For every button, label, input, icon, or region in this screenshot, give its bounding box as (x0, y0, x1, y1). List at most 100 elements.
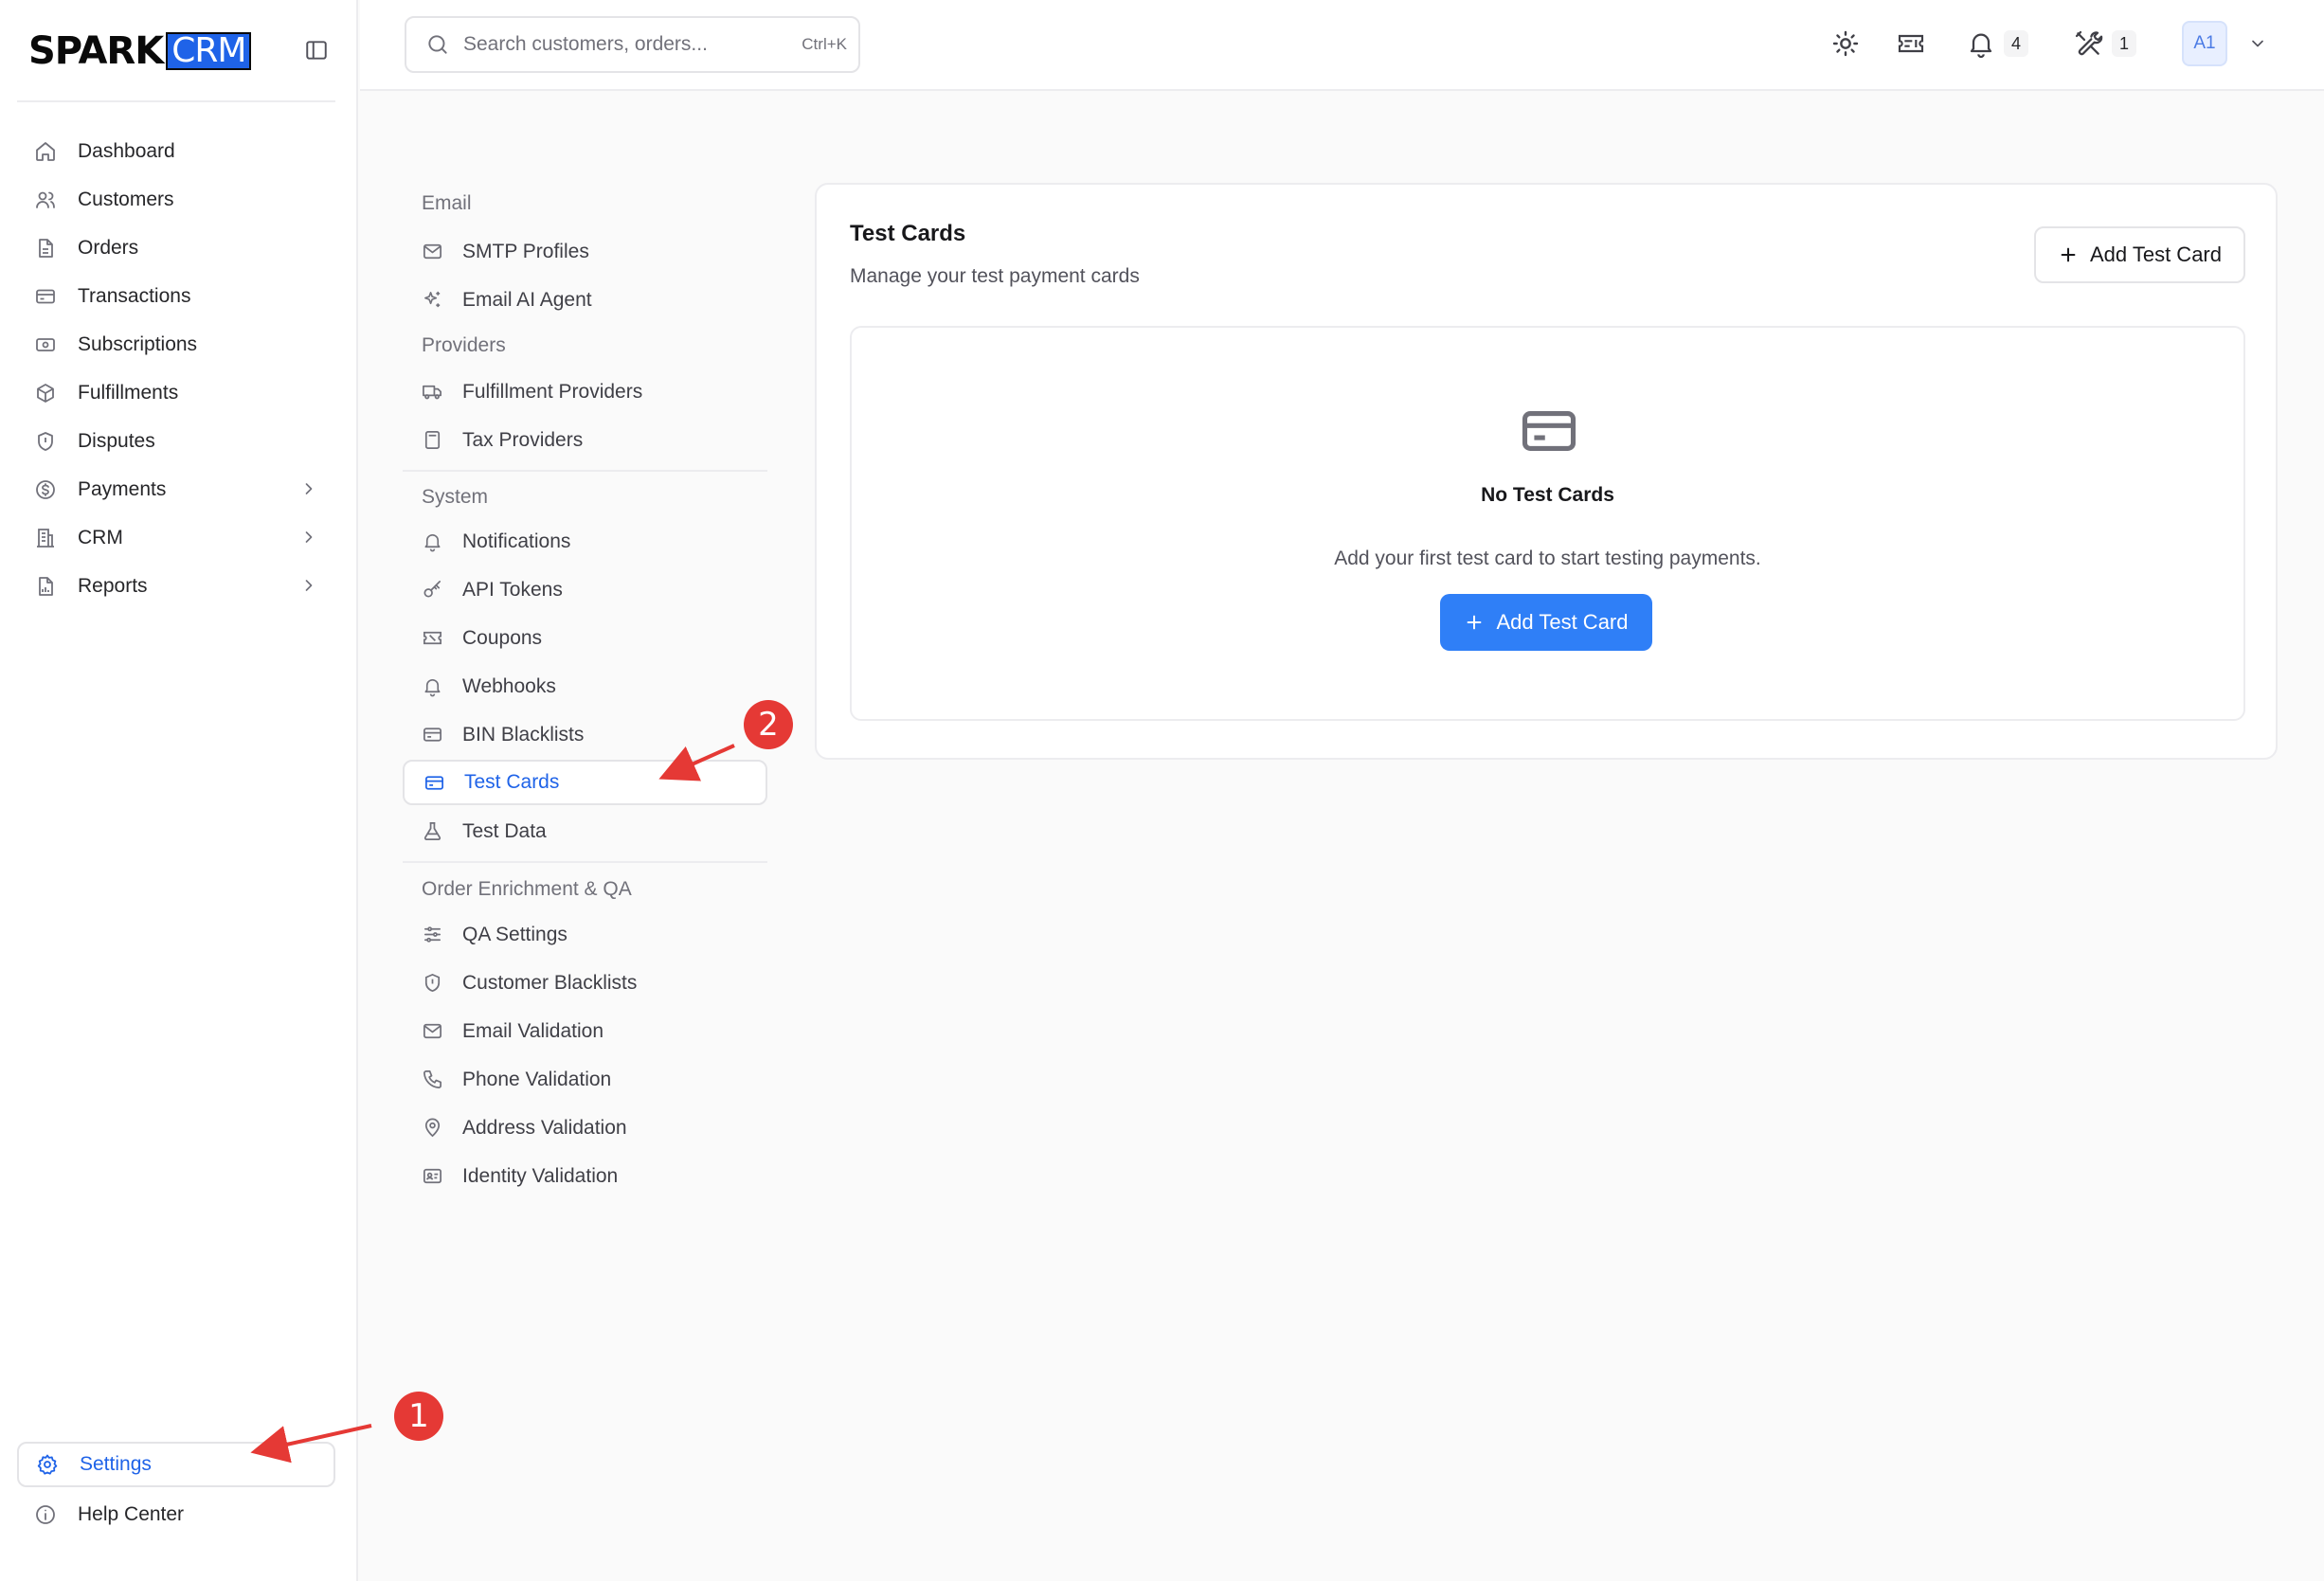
empty-state-title: No Test Cards (1481, 484, 1614, 506)
settings-item-smtp-profiles[interactable]: SMTP Profiles (403, 227, 767, 276)
sidebar-item-label: Disputes (78, 429, 155, 452)
map-pin-icon (422, 1117, 443, 1139)
logo[interactable]: SPARK CRM (28, 31, 252, 71)
chevron-down-icon[interactable] (2248, 34, 2267, 53)
file-icon (34, 237, 57, 260)
notifications-count-badge: 4 (2004, 30, 2028, 57)
dollar-circle-icon (34, 478, 57, 501)
settings-item-phone-validation[interactable]: Phone Validation (403, 1055, 767, 1104)
settings-item-qa-settings[interactable]: QA Settings (403, 910, 767, 959)
sidebar-item-settings[interactable]: Settings (17, 1442, 335, 1487)
phone-icon (422, 1069, 443, 1090)
sidebar-item-label: Transactions (78, 284, 191, 307)
settings-item-label: Address Validation (462, 1116, 627, 1139)
settings-item-label: Tax Providers (462, 428, 584, 451)
sidebar: SPARK CRM Dashboard Customers Orders Tra… (0, 0, 358, 1581)
settings-item-email-ai-agent[interactable]: Email AI Agent (403, 276, 767, 324)
empty-state: No Test Cards Add your first test card t… (850, 326, 2245, 721)
settings-item-email-validation[interactable]: Email Validation (403, 1007, 767, 1055)
settings-item-label: Coupons (462, 626, 543, 649)
settings-item-bin-blacklists[interactable]: BIN Blacklists (403, 710, 767, 759)
sun-icon[interactable] (1830, 28, 1861, 59)
page-description: Manage your test payment cards (850, 265, 1140, 287)
sidebar-item-dashboard[interactable]: Dashboard (17, 127, 335, 175)
settings-item-label: QA Settings (462, 923, 567, 945)
button-label: Add Test Card (1496, 610, 1629, 634)
settings-item-identity-validation[interactable]: Identity Validation (403, 1152, 767, 1200)
key-icon (422, 579, 443, 601)
ticket-icon[interactable] (1894, 28, 1928, 59)
settings-item-fulfillment-providers[interactable]: Fulfillment Providers (403, 368, 767, 416)
settings-item-label: BIN Blacklists (462, 723, 585, 746)
add-first-test-card-button[interactable]: Add Test Card (1440, 594, 1652, 651)
chevron-right-icon (299, 479, 318, 498)
test-cards-panel: Test Cards Manage your test payment card… (815, 183, 2278, 760)
settings-item-api-tokens[interactable]: API Tokens (403, 566, 767, 614)
plus-icon (2058, 244, 2079, 265)
users-icon (34, 189, 57, 211)
settings-item-label: Email AI Agent (462, 288, 592, 311)
sidebar-item-label: Customers (78, 188, 174, 210)
sidebar-item-subscriptions[interactable]: Subscriptions (17, 320, 335, 368)
bell-icon[interactable] (1966, 28, 1996, 59)
banknote-icon (34, 333, 57, 356)
annotation-marker-2: 2 (744, 700, 793, 749)
settings-item-test-data[interactable]: Test Data (403, 807, 767, 855)
sidebar-item-label: Subscriptions (78, 332, 198, 355)
package-icon (34, 382, 57, 404)
sidebar-item-orders[interactable]: Orders (17, 224, 335, 272)
settings-item-coupons[interactable]: Coupons (403, 614, 767, 662)
settings-item-test-cards[interactable]: Test Cards (403, 760, 767, 805)
sidebar-footer: Settings Help Center (17, 1442, 335, 1538)
settings-item-label: Email Validation (462, 1019, 604, 1042)
sidebar-item-customers[interactable]: Customers (17, 175, 335, 224)
settings-item-label: Test Cards (464, 771, 560, 793)
search-input[interactable]: Search customers, orders... Ctrl+K (405, 16, 860, 73)
mail-icon (422, 241, 443, 262)
topbar: Search customers, orders... Ctrl+K 4 1 A… (360, 0, 2324, 91)
settings-nav: Email SMTP Profiles Email AI Agent Provi… (403, 180, 767, 1200)
truck-icon (422, 381, 443, 403)
calculator-icon (422, 429, 443, 451)
home-icon (34, 140, 57, 163)
main-nav: Dashboard Customers Orders Transactions … (17, 127, 335, 610)
sliders-icon (422, 924, 443, 945)
sidebar-item-label: Reports (78, 574, 148, 597)
gear-icon (36, 1453, 59, 1476)
shield-icon (422, 972, 443, 994)
sidebar-item-reports[interactable]: Reports (17, 562, 335, 610)
tools-icon[interactable] (2073, 28, 2103, 59)
avatar[interactable]: A1 (2182, 21, 2227, 66)
shield-icon (34, 430, 57, 453)
bell-icon (422, 675, 443, 697)
sidebar-item-label: Settings (80, 1453, 152, 1475)
settings-item-notifications[interactable]: Notifications (403, 517, 767, 566)
sidebar-item-fulfillments[interactable]: Fulfillments (17, 368, 335, 417)
empty-state-description: Add your first test card to start testin… (1334, 548, 1761, 569)
section-title-order-enrichment: Order Enrichment & QA (422, 878, 632, 900)
building-icon (34, 527, 57, 549)
add-test-card-button[interactable]: Add Test Card (2034, 226, 2245, 283)
tools-count-badge: 1 (2112, 30, 2136, 57)
settings-item-tax-providers[interactable]: Tax Providers (403, 416, 767, 464)
mail-icon (422, 1020, 443, 1042)
plus-icon (1464, 612, 1485, 633)
info-icon (34, 1503, 57, 1526)
sidebar-toggle-icon[interactable] (303, 38, 330, 63)
credit-card-icon (423, 772, 445, 794)
search-icon (425, 32, 450, 57)
settings-item-customer-blacklists[interactable]: Customer Blacklists (403, 959, 767, 1007)
settings-item-address-validation[interactable]: Address Validation (403, 1104, 767, 1152)
sidebar-item-label: Help Center (78, 1502, 185, 1525)
settings-item-label: Webhooks (462, 674, 556, 697)
settings-item-label: Customer Blacklists (462, 971, 638, 994)
settings-item-label: Test Data (462, 819, 547, 842)
sidebar-item-crm[interactable]: CRM (17, 513, 335, 562)
settings-item-webhooks[interactable]: Webhooks (403, 662, 767, 710)
annotation-marker-1: 1 (394, 1392, 443, 1441)
sidebar-item-payments[interactable]: Payments (17, 465, 335, 513)
sidebar-item-transactions[interactable]: Transactions (17, 272, 335, 320)
divider (17, 100, 335, 102)
sidebar-item-disputes[interactable]: Disputes (17, 417, 335, 465)
sidebar-item-help-center[interactable]: Help Center (17, 1490, 335, 1538)
